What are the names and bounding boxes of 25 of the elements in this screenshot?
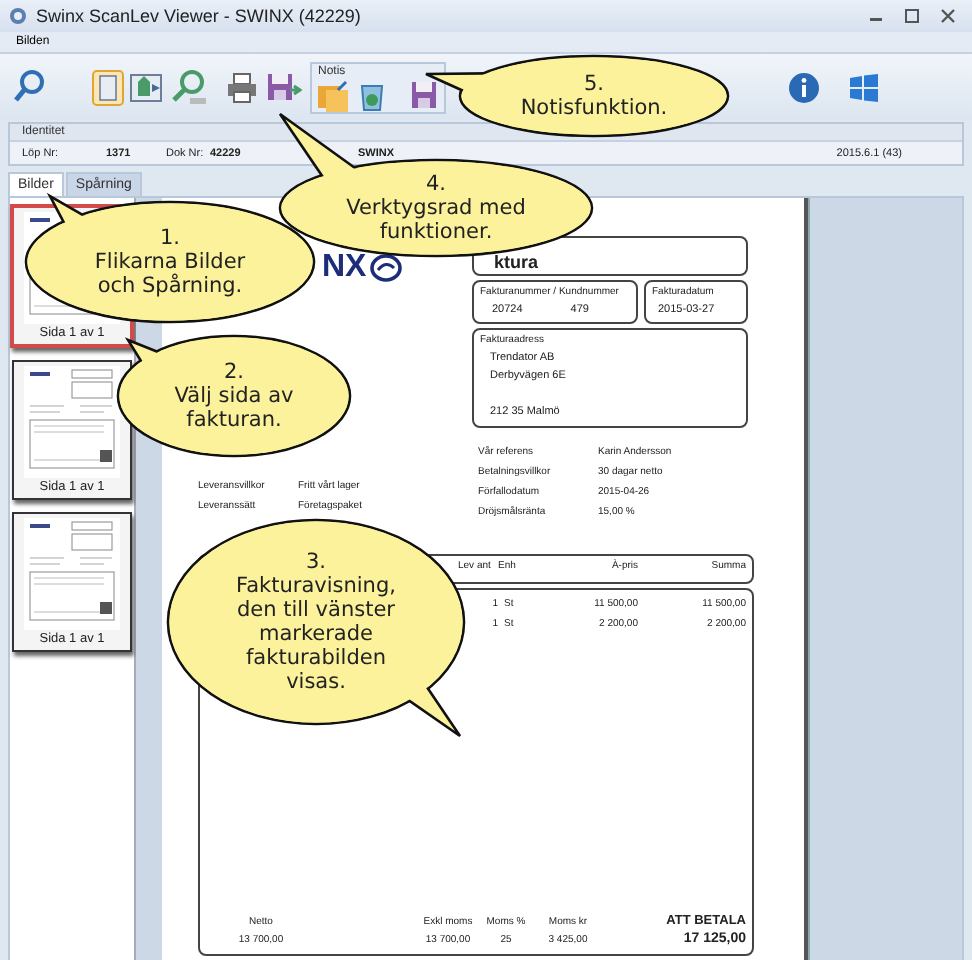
logo-text: NX — [322, 252, 367, 284]
callout-text: 2. Välj sida av fakturan. — [174, 360, 294, 432]
invoice-thumbnail-drawing — [24, 518, 120, 630]
search-icon[interactable] — [12, 67, 44, 107]
callout-text: 1. Flikarna Bilder och Spårning. — [94, 226, 246, 298]
info-icon[interactable] — [788, 71, 820, 103]
zoom-icon[interactable] — [170, 67, 206, 107]
windows-icon[interactable] — [848, 71, 880, 103]
window-title: Swinx ScanLev Viewer - SWINX (42229) — [36, 6, 363, 26]
printer-icon[interactable] — [226, 71, 258, 103]
callout-text: 3. Fakturavisning, den till vänster markerade fakturabilden visas. — [236, 550, 396, 694]
sticky-notes-icon[interactable] — [318, 79, 350, 111]
callout-text: 4. Verktygsrad med funktioner. — [346, 172, 526, 244]
swirl-icon — [370, 254, 403, 282]
save-icon[interactable] — [266, 71, 302, 103]
callout-text: 5. Notisfunktion. — [520, 72, 668, 120]
maximize-icon[interactable] — [904, 8, 920, 24]
document-title: ktura — [494, 252, 539, 272]
app-icon — [8, 6, 28, 26]
page-icon[interactable] — [92, 69, 124, 105]
save-icon[interactable] — [410, 79, 438, 111]
close-icon[interactable] — [940, 8, 956, 24]
recycle-bin-icon[interactable] — [358, 79, 386, 111]
invoice-thumbnail-drawing — [24, 366, 120, 478]
page-export-icon[interactable] — [130, 69, 162, 105]
